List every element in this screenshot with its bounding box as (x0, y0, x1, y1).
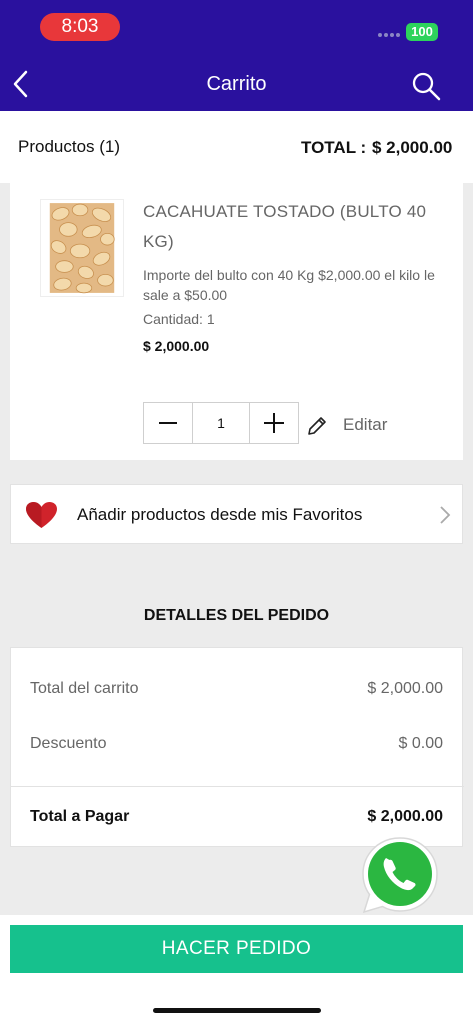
chevron-right-icon (440, 506, 451, 524)
battery-indicator: 100 (406, 23, 438, 41)
edit-button[interactable]: Editar (343, 415, 387, 435)
product-description: Importe del bulto con 40 Kg $2,000.00 el… (143, 267, 435, 303)
footer: HACER PEDIDO (0, 915, 473, 1024)
app-header: 8:03 100 Carrito (0, 0, 473, 111)
product-price: $ 2,000.00 (143, 338, 210, 354)
whatsapp-icon[interactable] (356, 832, 444, 918)
product-name: CACAHUATE TOSTADO (BULTO 40 KG) (143, 202, 427, 251)
home-indicator (153, 1008, 321, 1013)
quantity-value[interactable]: 1 (192, 403, 250, 443)
pay-total-label: Total a Pagar (30, 808, 130, 825)
signal-icon (378, 33, 402, 39)
total-value: $ 2,000.00 (372, 138, 453, 157)
place-order-button[interactable]: HACER PEDIDO (10, 925, 463, 973)
total-label: TOTAL : (301, 138, 367, 157)
products-count: Productos (1) (18, 137, 121, 156)
cart-total-label: Total del carrito (30, 680, 139, 697)
plus-icon (264, 413, 284, 433)
discount-value: $ 0.00 (398, 735, 443, 752)
cart-summary: Productos (1) TOTAL : $ 2,000.00 (0, 111, 473, 183)
page-title: Carrito (206, 73, 267, 95)
add-from-favorites[interactable]: Añadir productos desde mis Favoritos (10, 484, 463, 544)
product-card: CACAHUATE TOSTADO (BULTO 40 KG) Importe … (10, 183, 463, 460)
product-image (40, 199, 124, 297)
minus-icon (159, 422, 177, 424)
favorites-label: Añadir productos desde mis Favoritos (77, 505, 363, 524)
order-details-card: Total del carrito $ 2,000.00 Descuento $… (10, 647, 464, 847)
product-quantity: Cantidad: 1 (143, 311, 215, 327)
cart-total-value: $ 2,000.00 (367, 680, 443, 697)
increase-button[interactable] (250, 403, 298, 443)
status-time: 8:03 (40, 13, 120, 41)
decrease-button[interactable] (144, 403, 192, 443)
search-icon[interactable] (410, 70, 442, 102)
heart-icon (26, 502, 57, 528)
discount-label: Descuento (30, 735, 107, 752)
pencil-icon[interactable] (306, 415, 328, 437)
divider (11, 786, 464, 787)
pay-total-value: $ 2,000.00 (367, 808, 443, 825)
quantity-stepper: 1 (143, 402, 299, 444)
order-details-title: DETALLES DEL PEDIDO (143, 607, 330, 624)
